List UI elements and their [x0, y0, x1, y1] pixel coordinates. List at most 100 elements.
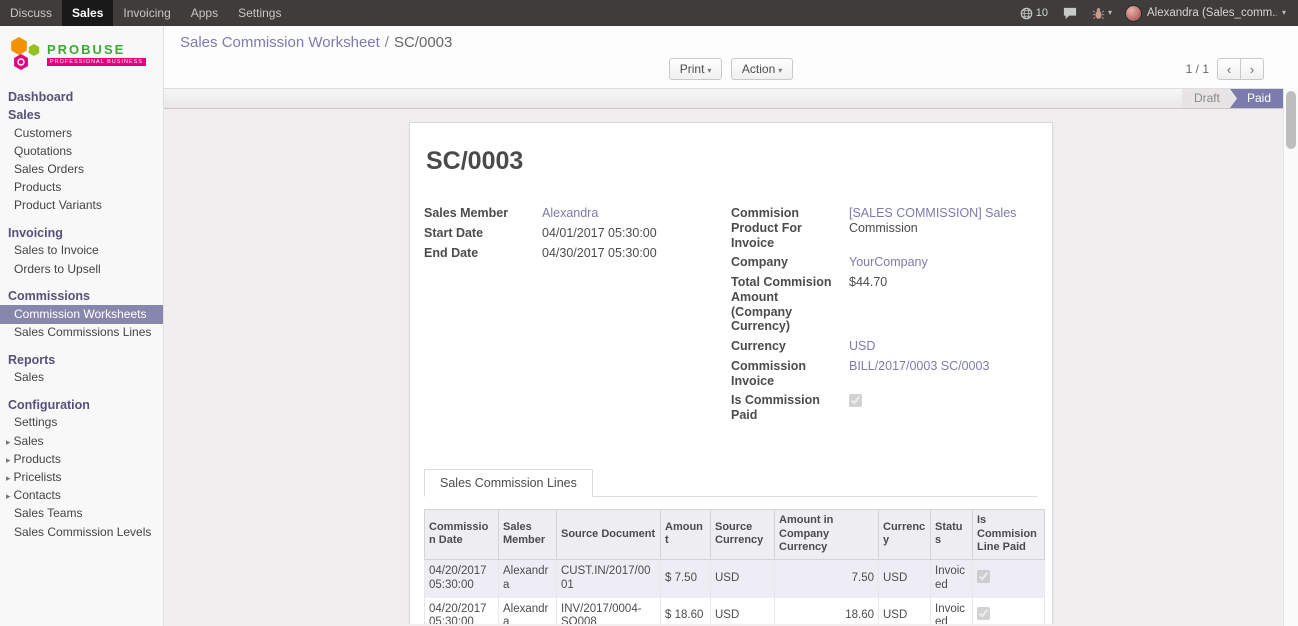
- expand-arrow-icon: ▸: [6, 473, 11, 483]
- tab-sales-commission-lines[interactable]: Sales Commission Lines: [424, 469, 593, 497]
- table-row[interactable]: 04/20/2017 05:30:00 Alexandra CUST.IN/20…: [425, 560, 1045, 598]
- menu-apps[interactable]: Apps: [181, 0, 228, 26]
- sidebar-item-customers[interactable]: Customers: [0, 124, 163, 142]
- col-currency[interactable]: Currency: [879, 509, 931, 559]
- col-amount-company-currency[interactable]: Amount in Company Currency: [775, 509, 879, 559]
- field-label: Commission Invoice: [731, 359, 849, 389]
- menu-discuss[interactable]: Discuss: [0, 0, 62, 26]
- sidebar-item-products[interactable]: Products: [0, 179, 163, 197]
- user-menu[interactable]: Alexandra (Sales_comm.. ▾: [1121, 5, 1290, 22]
- print-button[interactable]: Print▾: [669, 58, 723, 80]
- commission-product-link[interactable]: [SALES COMMISSION] Sales: [849, 206, 1016, 220]
- sidebar-item-quotations[interactable]: Quotations: [0, 142, 163, 160]
- table-row[interactable]: 04/20/2017 05:30:00 Alexandra INV/2017/0…: [425, 598, 1045, 624]
- sidebar-item-label: Sales: [14, 434, 44, 448]
- sidebar-item-sales-orders[interactable]: Sales Orders: [0, 160, 163, 178]
- sidebar-item-sales-teams[interactable]: Sales Teams: [0, 505, 163, 523]
- sidebar-item-reports-sales[interactable]: Sales: [0, 369, 163, 387]
- pager: 1 / 1 ‹ ›: [1186, 58, 1264, 80]
- toolbar: Print▾ Action▾ 1 / 1 ‹ ›: [180, 58, 1282, 80]
- sidebar-item-sales-commissions-lines[interactable]: Sales Commissions Lines: [0, 324, 163, 342]
- sidebar-item-contacts[interactable]: ▸Contacts: [0, 487, 163, 505]
- sidebar-heading-configuration[interactable]: Configuration: [0, 396, 163, 414]
- line-paid-checkbox[interactable]: [977, 570, 990, 583]
- col-is-commission-line-paid[interactable]: Is Commision Line Paid: [973, 509, 1045, 559]
- sidebar-item-config-sales[interactable]: ▸Sales: [0, 432, 163, 450]
- cell-source-document: INV/2017/0004-SO008: [557, 598, 661, 624]
- col-sales-member[interactable]: Sales Member: [499, 509, 557, 559]
- status-paid[interactable]: Paid: [1230, 89, 1283, 108]
- cell-sales-member: Alexandra: [499, 560, 557, 598]
- cell-source-currency: USD: [711, 560, 775, 598]
- line-paid-checkbox[interactable]: [977, 607, 990, 620]
- sidebar-item-label: Contacts: [14, 488, 61, 502]
- sidebar-item-sales-commission-levels[interactable]: Sales Commission Levels: [0, 523, 163, 541]
- pager-buttons: ‹ ›: [1217, 58, 1264, 80]
- sidebar-item-pricelists[interactable]: ▸Pricelists: [0, 468, 163, 486]
- field-is-commission-paid: Is Commission Paid: [731, 393, 1026, 423]
- menu-invoicing[interactable]: Invoicing: [113, 0, 180, 26]
- sidebar-item-product-variants[interactable]: Product Variants: [0, 197, 163, 215]
- col-status[interactable]: Status: [931, 509, 973, 559]
- expand-arrow-icon: ▸: [6, 491, 11, 501]
- col-source-document[interactable]: Source Document: [557, 509, 661, 559]
- breadcrumb-parent-link[interactable]: Sales Commission Worksheet: [180, 34, 380, 51]
- record-title: SC/0003: [426, 147, 1038, 176]
- sidebar-item-orders-to-upsell[interactable]: Orders to Upsell: [0, 260, 163, 278]
- statusbar: Draft Paid: [164, 88, 1298, 109]
- cell-source-document: CUST.IN/2017/0001: [557, 560, 661, 598]
- chat-icon: [1063, 7, 1077, 20]
- sales-member-link[interactable]: Alexandra: [542, 206, 598, 221]
- cell-status: Invoiced: [931, 598, 973, 624]
- pager-value: 1 / 1: [1186, 62, 1209, 76]
- is-commission-paid-checkbox[interactable]: [849, 394, 862, 407]
- sidebar-heading-invoicing[interactable]: Invoicing: [0, 224, 163, 242]
- cell-currency: USD: [879, 560, 931, 598]
- top-navbar: Discuss Sales Invoicing Apps Settings 10…: [0, 0, 1298, 26]
- sidebar-item-sales-to-invoice[interactable]: Sales to Invoice: [0, 242, 163, 260]
- chat-button[interactable]: [1057, 0, 1083, 26]
- debug-menu-button[interactable]: ▾: [1086, 0, 1118, 26]
- sidebar-heading-reports[interactable]: Reports: [0, 351, 163, 369]
- field-label: Is Commission Paid: [731, 393, 849, 423]
- sidebar-item-config-products[interactable]: ▸Products: [0, 450, 163, 468]
- col-source-currency[interactable]: Source Currency: [711, 509, 775, 559]
- action-button-label: Action: [742, 62, 775, 76]
- sidebar-heading-commissions[interactable]: Commissions: [0, 287, 163, 305]
- commission-invoice-link[interactable]: BILL/2017/0003 SC/0003: [849, 359, 989, 389]
- sidebar-item-settings[interactable]: Settings: [0, 414, 163, 432]
- notebook-tabs: Sales Commission Lines: [424, 468, 1038, 497]
- cell-amount: $ 7.50: [661, 560, 711, 598]
- end-date-value: 04/30/2017 05:30:00: [542, 246, 657, 261]
- cell-source-currency: USD: [711, 598, 775, 624]
- company-link[interactable]: YourCompany: [849, 255, 928, 270]
- field-sales-member: Sales Member Alexandra: [424, 206, 719, 221]
- messages-menu-button[interactable]: 10: [1014, 0, 1054, 26]
- sidebar-heading-dashboard[interactable]: Dashboard: [0, 88, 163, 106]
- commission-product-rest: Commission: [849, 221, 1016, 236]
- section-reports: Reports Sales: [0, 351, 163, 387]
- brand-tagline: PROFESSIONAL BUSINESS: [47, 58, 146, 66]
- col-commission-date[interactable]: Commission Date: [425, 509, 499, 559]
- print-button-label: Print: [680, 62, 705, 76]
- menu-settings[interactable]: Settings: [228, 0, 291, 26]
- action-button[interactable]: Action▾: [731, 58, 793, 80]
- field-column-right: Commision Product For Invoice [SALES COM…: [731, 206, 1038, 428]
- col-amount[interactable]: Amount: [661, 509, 711, 559]
- field-currency: Currency USD: [731, 339, 1026, 354]
- sidebar-heading-sales[interactable]: Sales: [0, 106, 163, 124]
- user-avatar: [1125, 5, 1142, 22]
- scrollbar-thumb[interactable]: [1286, 91, 1296, 149]
- breadcrumb: Sales Commission Worksheet/SC/0003: [180, 34, 1282, 51]
- status-draft[interactable]: Draft: [1182, 89, 1236, 108]
- menu-sales[interactable]: Sales: [62, 0, 113, 26]
- field-columns: Sales Member Alexandra Start Date 04/01/…: [424, 206, 1038, 428]
- company-logo[interactable]: PROBUSE PROFESSIONAL BUSINESS: [0, 26, 163, 88]
- vertical-scrollbar[interactable]: [1283, 88, 1298, 626]
- currency-link[interactable]: USD: [849, 339, 875, 354]
- pager-previous-button[interactable]: ‹: [1217, 58, 1241, 80]
- sidebar-item-commission-worksheets[interactable]: Commission Worksheets: [0, 305, 163, 323]
- commission-product-value: [SALES COMMISSION] Sales Commission: [849, 206, 1016, 250]
- pager-next-button[interactable]: ›: [1240, 58, 1264, 80]
- main-area: Sales Commission Worksheet/SC/0003 Print…: [164, 26, 1298, 626]
